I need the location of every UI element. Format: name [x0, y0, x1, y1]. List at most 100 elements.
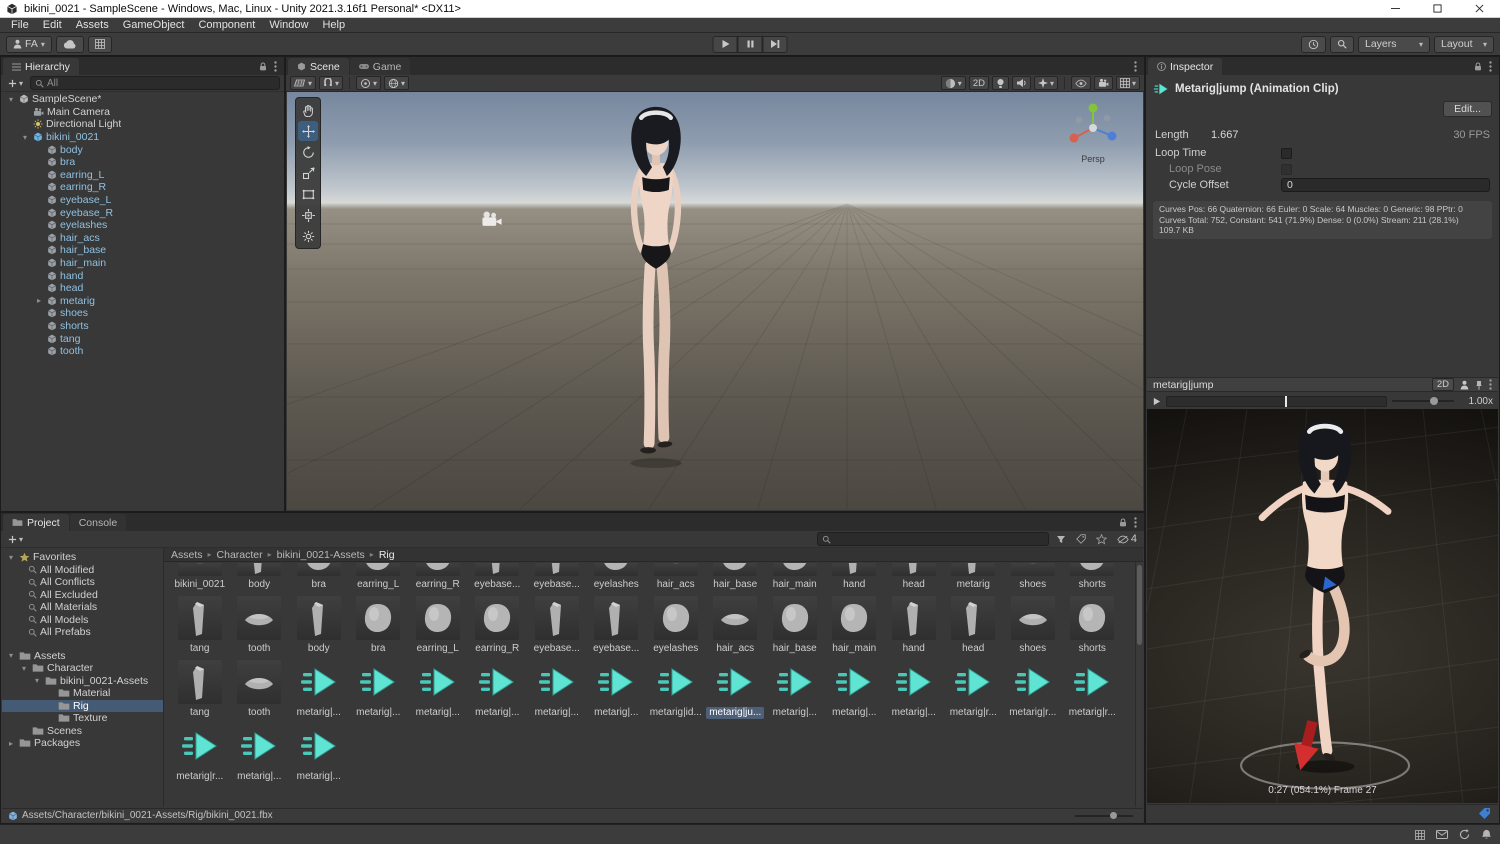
expand-arrow[interactable]: ▾: [6, 651, 16, 660]
breadcrumb-bikini-0021-assets[interactable]: bikini_0021-Assets: [277, 549, 365, 561]
favorites-header[interactable]: ▾Favorites: [2, 551, 163, 564]
asset-hand[interactable]: hand: [825, 563, 885, 591]
asset-metarig[interactable]: metarig: [944, 563, 1004, 591]
kebab-menu-icon[interactable]: [1134, 517, 1137, 528]
asset-head[interactable]: head: [884, 563, 944, 591]
scene-visibility-toggle[interactable]: [1071, 76, 1091, 90]
playhead[interactable]: [1285, 396, 1287, 407]
camera-settings-dropdown[interactable]: [1094, 76, 1113, 90]
bell-icon[interactable]: [1481, 829, 1492, 840]
edit-button[interactable]: Edit...: [1443, 101, 1492, 117]
account-dropdown[interactable]: FA ▾: [6, 36, 52, 53]
hierarchy-item-main-camera[interactable]: Main Camera: [2, 106, 283, 119]
undo-history-button[interactable]: [1301, 36, 1326, 53]
favorite-all-conflicts[interactable]: All Conflicts: [2, 576, 163, 589]
asset-eyelashes[interactable]: eyelashes: [587, 563, 647, 591]
pause-button[interactable]: [738, 36, 763, 53]
asset-hair-acs[interactable]: hair_acs: [706, 596, 766, 655]
scale-tool[interactable]: [298, 163, 318, 183]
breadcrumb-rig[interactable]: Rig: [379, 549, 395, 561]
asset-eyebase[interactable]: eyebase...: [468, 563, 528, 591]
lock-icon[interactable]: [1474, 62, 1482, 71]
tab-scene[interactable]: Scene: [288, 58, 349, 75]
scene-character-model[interactable]: [600, 102, 712, 472]
asset-metarig[interactable]: metarig|...: [884, 660, 944, 719]
hierarchy-item-hair-acs[interactable]: hair_acs: [2, 232, 283, 245]
effects-dropdown[interactable]: ▾: [1034, 76, 1058, 90]
asset-eyelashes[interactable]: eyelashes: [646, 596, 706, 655]
custom-tool[interactable]: [298, 226, 318, 246]
favorite-all-materials[interactable]: All Materials: [2, 601, 163, 614]
hierarchy-item-head[interactable]: head: [2, 282, 283, 295]
project-folder-texture[interactable]: Texture: [2, 712, 163, 725]
asset-metarig[interactable]: metarig|...: [289, 724, 349, 783]
play-button[interactable]: [713, 36, 738, 53]
projection-label[interactable]: Persp: [1081, 154, 1105, 164]
lock-icon[interactable]: [259, 62, 267, 71]
menu-file[interactable]: File: [4, 18, 36, 32]
asset-metarig-id[interactable]: metarig|id...: [646, 660, 706, 719]
breadcrumb-character[interactable]: Character: [217, 549, 263, 561]
thumbnail-size-slider[interactable]: [1075, 815, 1133, 817]
create-menu-button[interactable]: ▾: [5, 76, 26, 90]
hierarchy-item-shorts[interactable]: shorts: [2, 320, 283, 333]
menu-gameobject[interactable]: GameObject: [116, 18, 192, 32]
scene-viewport[interactable]: Persp: [287, 92, 1143, 510]
asset-earring-l[interactable]: earring_L: [349, 563, 409, 591]
asset-tang[interactable]: tang: [170, 596, 230, 655]
expand-arrow[interactable]: ▸: [34, 296, 44, 305]
handle-rotation-dropdown[interactable]: ▾: [384, 76, 409, 90]
project-folder-scenes[interactable]: Scenes: [2, 725, 163, 738]
asset-metarig-r[interactable]: metarig|r...: [1003, 660, 1063, 719]
kebab-menu-icon[interactable]: [1489, 379, 1492, 390]
grid-icon[interactable]: [1415, 830, 1425, 840]
expand-arrow[interactable]: ▾: [6, 95, 16, 104]
mail-icon[interactable]: [1436, 830, 1448, 839]
asset-metarig[interactable]: metarig|...: [765, 660, 825, 719]
expand-arrow[interactable]: ▾: [19, 664, 29, 673]
hierarchy-item-tang[interactable]: tang: [2, 332, 283, 345]
close-button[interactable]: [1458, 0, 1500, 17]
asset-shoes[interactable]: shoes: [1003, 563, 1063, 591]
kebab-menu-icon[interactable]: [274, 61, 277, 72]
favorite-all-modified[interactable]: All Modified: [2, 564, 163, 577]
asset-hair-base[interactable]: hair_base: [765, 596, 825, 655]
hierarchy-item-hand[interactable]: hand: [2, 269, 283, 282]
asset-hair-base[interactable]: hair_base: [706, 563, 766, 591]
menu-edit[interactable]: Edit: [36, 18, 69, 32]
search-by-type-icon[interactable]: [1053, 532, 1069, 546]
asset-head[interactable]: head: [944, 596, 1004, 655]
preview-play-button[interactable]: [1152, 397, 1161, 406]
asset-metarig[interactable]: metarig|...: [527, 660, 587, 719]
asset-metarig-r[interactable]: metarig|r...: [1063, 660, 1123, 719]
project-folder-character[interactable]: ▾Character: [2, 662, 163, 675]
refresh-icon[interactable]: [1459, 829, 1470, 840]
search-by-label-icon[interactable]: [1073, 532, 1089, 546]
asset-shoes[interactable]: shoes: [1003, 596, 1063, 655]
project-folder-packages[interactable]: ▸Packages: [2, 737, 163, 750]
asset-metarig-r[interactable]: metarig|r...: [170, 724, 230, 783]
expand-arrow[interactable]: ▾: [20, 133, 30, 142]
avatar-icon[interactable]: [1460, 380, 1469, 390]
pin-icon[interactable]: [1475, 380, 1483, 390]
asset-metarig[interactable]: metarig|...: [230, 724, 290, 783]
grid-scrollbar[interactable]: [1135, 562, 1143, 807]
project-folder-material[interactable]: Material: [2, 687, 163, 700]
asset-tang[interactable]: tang: [170, 660, 230, 719]
tab-hierarchy[interactable]: Hierarchy: [3, 58, 79, 75]
asset-hair-acs[interactable]: hair_acs: [646, 563, 706, 591]
asset-bikini-0021[interactable]: bikini_0021: [170, 563, 230, 591]
project-folder-rig[interactable]: Rig: [2, 700, 163, 713]
asset-tooth[interactable]: tooth: [230, 660, 290, 719]
gizmos-dropdown[interactable]: ▾: [1116, 76, 1140, 90]
asset-tooth[interactable]: tooth: [230, 596, 290, 655]
menu-component[interactable]: Component: [191, 18, 262, 32]
hierarchy-item-eyebase-r[interactable]: eyebase_R: [2, 206, 283, 219]
asset-metarig[interactable]: metarig|...: [825, 660, 885, 719]
maximize-button[interactable]: [1416, 0, 1458, 17]
asset-body[interactable]: body: [289, 596, 349, 655]
preview-speed-slider[interactable]: [1392, 400, 1454, 402]
asset-body[interactable]: body: [230, 563, 290, 591]
asset-earring-l[interactable]: earring_L: [408, 596, 468, 655]
save-search-star-icon[interactable]: [1093, 532, 1110, 546]
